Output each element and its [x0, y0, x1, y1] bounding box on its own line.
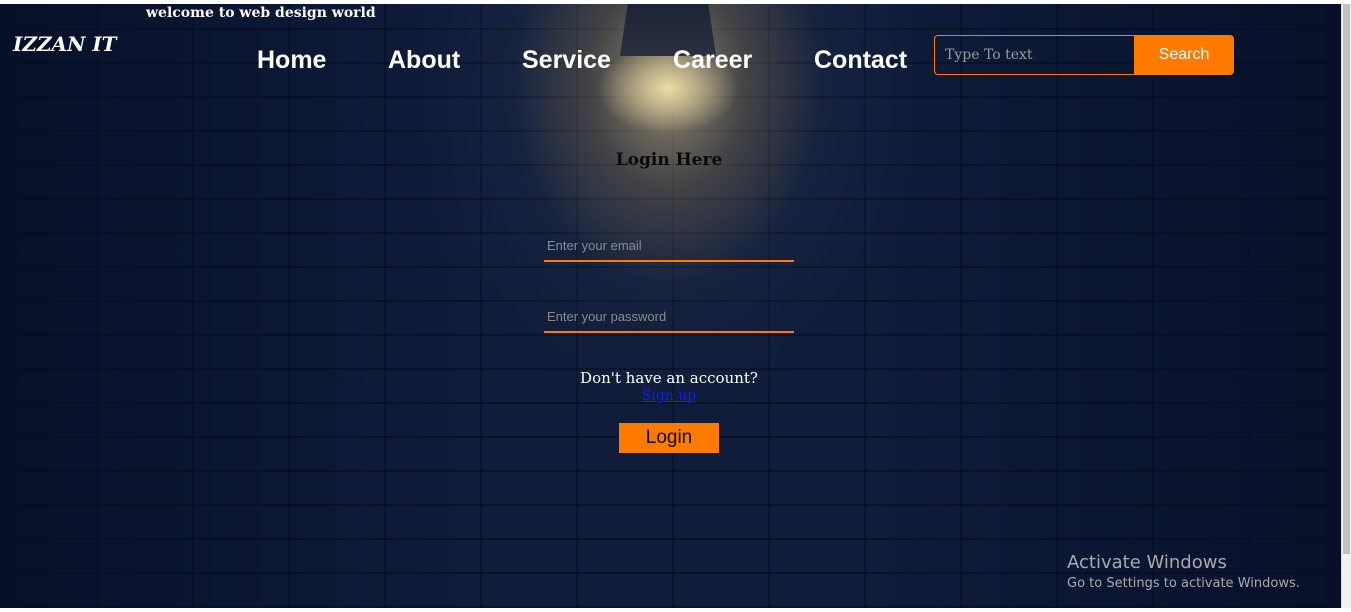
search-box: Search — [934, 35, 1234, 75]
page: welcome to web design world IZZAN IT Hom… — [0, 0, 1351, 612]
background-vignette — [0, 4, 1342, 608]
email-field[interactable] — [544, 236, 794, 262]
nav-item-about[interactable]: About — [388, 46, 460, 75]
activate-windows-title: Activate Windows — [1067, 552, 1227, 573]
password-field[interactable] — [544, 307, 794, 333]
nav-item-home[interactable]: Home — [257, 46, 326, 75]
nav-item-service[interactable]: Service — [522, 46, 611, 75]
login-button[interactable]: Login — [619, 423, 719, 453]
scrollbar-thumb[interactable] — [1343, 4, 1350, 554]
welcome-text: welcome to web design world — [146, 5, 376, 21]
login-title: Login Here — [615, 150, 723, 170]
bottom-border — [0, 608, 1351, 612]
nav-item-contact[interactable]: Contact — [814, 46, 907, 75]
search-input[interactable] — [934, 35, 1134, 75]
nav-item-career[interactable]: Career — [673, 46, 752, 75]
activate-windows-watermark: Activate Windows Go to Settings to activ… — [1067, 552, 1300, 594]
signup-link[interactable]: Sign up — [540, 388, 798, 404]
activate-windows-subtitle: Go to Settings to activate Windows. — [1067, 576, 1300, 591]
account-prompt: Don't have an account? — [580, 369, 758, 387]
search-button[interactable]: Search — [1134, 35, 1234, 75]
site-logo[interactable]: IZZAN IT — [13, 32, 117, 56]
vertical-scrollbar[interactable] — [1341, 4, 1351, 608]
